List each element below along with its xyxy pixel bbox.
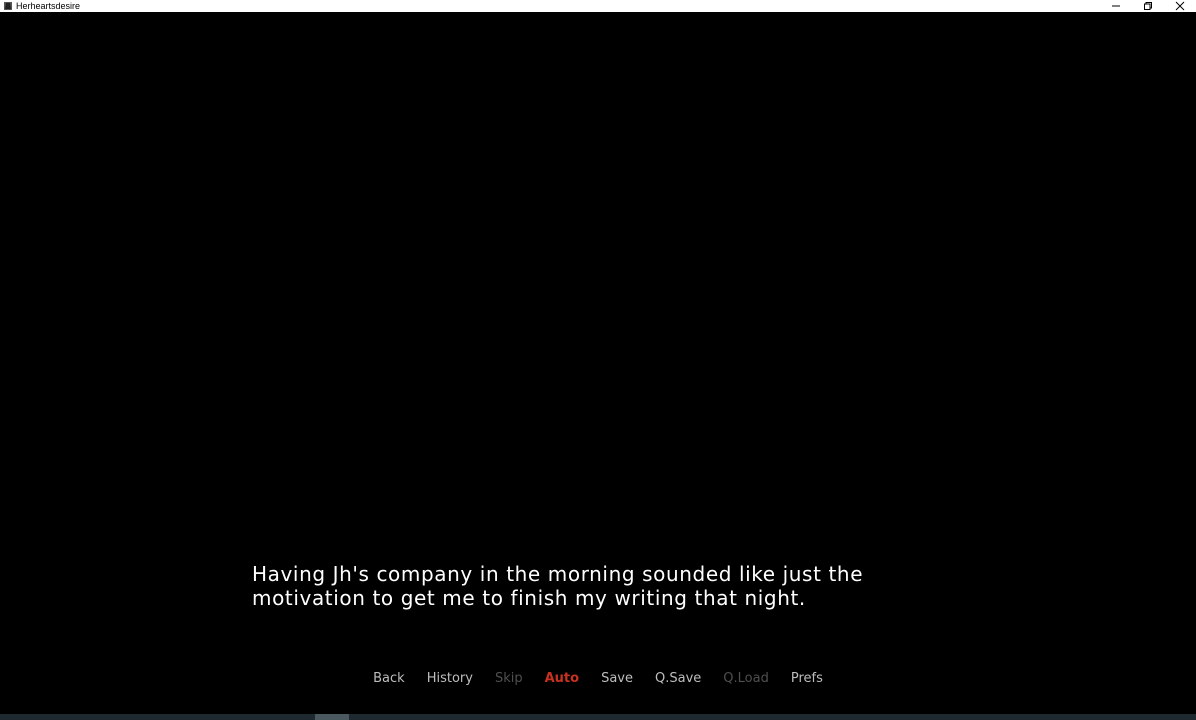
app-icon bbox=[3, 1, 13, 11]
auto-button[interactable]: Auto bbox=[545, 671, 579, 686]
close-button[interactable] bbox=[1164, 0, 1196, 12]
restore-button[interactable] bbox=[1132, 0, 1164, 12]
dialogue-line-1: Having Jh's company in the morning sound… bbox=[252, 562, 864, 586]
taskbar-thumb[interactable] bbox=[315, 714, 349, 720]
minimize-icon bbox=[1112, 5, 1120, 7]
close-icon bbox=[1175, 1, 1185, 11]
restore-icon bbox=[1144, 2, 1152, 10]
history-button[interactable]: History bbox=[427, 671, 473, 686]
quick-save-button[interactable]: Q.Save bbox=[655, 671, 701, 686]
dialogue-line-2: motivation to get me to finish my writin… bbox=[252, 586, 806, 610]
title-bar[interactable]: Herheartsdesire bbox=[0, 0, 1196, 12]
skip-button[interactable]: Skip bbox=[495, 671, 523, 686]
back-button[interactable]: Back bbox=[373, 671, 405, 686]
taskbar-strip bbox=[0, 714, 1196, 720]
game-window: Herheartsdesire Having Jh's company in t… bbox=[0, 0, 1196, 720]
quick-load-button[interactable]: Q.Load bbox=[723, 671, 769, 686]
minimize-button[interactable] bbox=[1100, 0, 1132, 12]
window-title: Herheartsdesire bbox=[16, 1, 81, 11]
quick-menu: Back History Skip Auto Save Q.Save Q.Loa… bbox=[0, 671, 1196, 686]
dialogue-text[interactable]: Having Jh's company in the morning sound… bbox=[252, 562, 892, 610]
window-controls bbox=[1100, 0, 1196, 12]
save-button[interactable]: Save bbox=[601, 671, 633, 686]
prefs-button[interactable]: Prefs bbox=[791, 671, 823, 686]
